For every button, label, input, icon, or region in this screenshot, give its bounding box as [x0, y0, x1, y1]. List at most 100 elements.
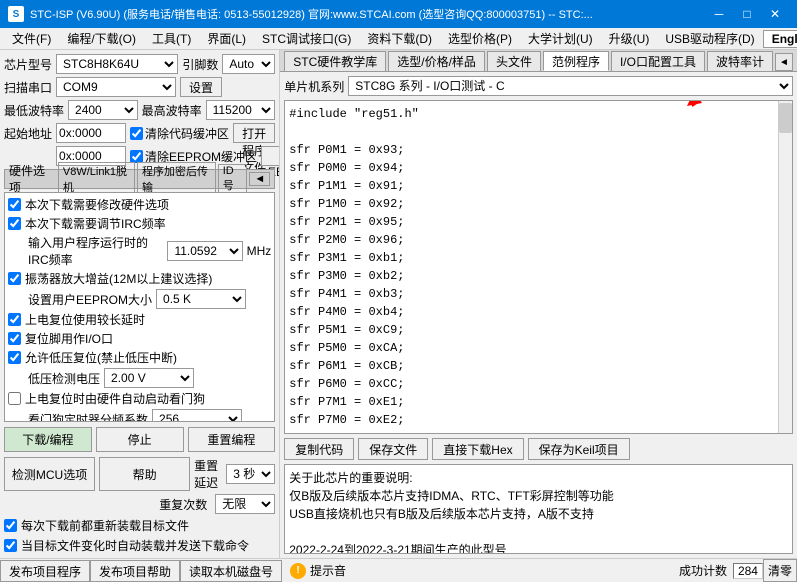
- info-content: 关于此芯片的重要说明: 仅B版及后续版本芯片支持IDMA、RTC、TFT彩屏控制…: [289, 469, 788, 554]
- tab-hw-lib[interactable]: STC硬件教学库: [284, 51, 386, 71]
- irc-unit: MHz: [247, 244, 272, 258]
- low-power-checkbox[interactable]: [8, 351, 21, 364]
- stop-button[interactable]: 停止: [96, 427, 184, 452]
- watchdog-checkbox[interactable]: [8, 392, 21, 405]
- read-id-button[interactable]: 读取本机磁盘号: [180, 560, 282, 582]
- scrollbar-thumb[interactable]: [779, 103, 792, 133]
- menu-university[interactable]: 大学计划(U): [520, 28, 601, 49]
- eeprom-size-select[interactable]: 0.5 K: [156, 289, 246, 309]
- menu-bar: 文件(F) 编程/下载(O) 工具(T) 界面(L) STC调试接口(G) 资料…: [0, 28, 797, 50]
- modify-hw-checkbox[interactable]: [8, 198, 21, 211]
- bottom-action-btns: 下载/编程 停止 重置编程: [4, 427, 275, 452]
- direct-hex-button[interactable]: 直接下载Hex: [432, 438, 523, 460]
- low-vol-label: 低压检测电压: [28, 370, 100, 387]
- open-prog-button[interactable]: 打开程序文件: [233, 123, 275, 143]
- reload-row: 每次下载前都重新装载目标文件: [4, 517, 275, 534]
- reset-io-checkbox[interactable]: [8, 332, 21, 345]
- pub-help-button[interactable]: 发布项目帮助: [90, 560, 180, 582]
- power-reset-check-item: 上电复位使用较长延时: [8, 311, 271, 328]
- close-button[interactable]: ✕: [761, 4, 789, 24]
- minimize-button[interactable]: ─: [705, 4, 733, 24]
- adjust-irc-checkbox[interactable]: [8, 217, 21, 230]
- menu-stc-debug[interactable]: STC调试接口(G): [254, 28, 359, 49]
- low-vol-select[interactable]: 2.00 V: [104, 368, 194, 388]
- eeprom-size-label: 设置用户EEPROM大小: [28, 291, 152, 308]
- help-button[interactable]: 帮助: [99, 457, 190, 491]
- maximize-button[interactable]: □: [733, 4, 761, 24]
- red-arrow-svg: [682, 100, 762, 111]
- clear-eeprom-checkbox[interactable]: [130, 150, 143, 163]
- start-addr-input[interactable]: [56, 123, 126, 143]
- low-vol-row: 低压检测电压 2.00 V: [8, 368, 271, 388]
- watchdog-div-select[interactable]: 256: [152, 409, 242, 422]
- hw-tab-v8w[interactable]: V8W/Link1脱机: [58, 162, 135, 196]
- start-addr-row: 起始地址 清除代码缓冲区 打开程序文件: [4, 123, 275, 143]
- reprog-button[interactable]: 重置编程: [188, 427, 276, 452]
- baud-row: 最低波特率 2400 最高波特率 115200: [4, 100, 275, 120]
- engine-select[interactable]: Auto: [222, 54, 275, 74]
- irc-freq-row: 输入用户程序运行时的IRC频率 11.0592 MHz: [8, 234, 271, 268]
- menu-program[interactable]: 编程/下载(O): [59, 28, 144, 49]
- auto-send-row: 当目标文件变化时自动装载并发送下载命令: [4, 537, 275, 554]
- english-button[interactable]: English: [763, 30, 797, 48]
- eeprom-size-row: 设置用户EEPROM大小 0.5 K: [8, 289, 271, 309]
- menu-download[interactable]: 资料下载(D): [359, 28, 440, 49]
- com-select[interactable]: COM9: [56, 77, 176, 97]
- clear-code-check-label: 清除代码缓冲区: [130, 125, 229, 142]
- download-button[interactable]: 下载/编程: [4, 427, 92, 452]
- max-baud-select[interactable]: 115200: [206, 100, 276, 120]
- clear-count-button[interactable]: 清零: [763, 559, 797, 582]
- pub-prog-button[interactable]: 发布项目程序: [0, 560, 90, 582]
- code-area[interactable]: #include "reg51.h" sfr P0M1 = 0x93; sfr …: [284, 100, 793, 434]
- engine-label: 引脚数: [182, 56, 218, 73]
- amp-check-item: 振荡器放大增益(12M以上建议选择): [8, 270, 271, 287]
- min-baud-select[interactable]: 2400: [68, 100, 138, 120]
- tab-arrow[interactable]: ◄: [775, 53, 793, 71]
- tab-baud-calc[interactable]: 波特率计: [707, 51, 773, 71]
- tip-icon: !: [290, 563, 306, 579]
- code-btns: 复制代码 保存文件 直接下载Hex 保存为Keil项目: [284, 438, 793, 460]
- low-power-check-item: 允许低压复位(禁止低压中断): [8, 349, 271, 366]
- menu-ui[interactable]: 界面(L): [199, 28, 254, 49]
- mcu-series-select[interactable]: STC8G 系列 - I/O口测试 - C: [348, 76, 793, 96]
- tab-io-config[interactable]: I/O口配置工具: [611, 51, 705, 71]
- menu-pricing[interactable]: 选型价格(P): [440, 28, 520, 49]
- tab-header[interactable]: 头文件: [487, 51, 541, 71]
- info-area: 关于此芯片的重要说明: 仅B版及后续版本芯片支持IDMA、RTC、TFT彩屏控制…: [284, 464, 793, 554]
- hw-scroll-area[interactable]: 本次下载需要修改硬件选项 本次下载需要调节IRC频率 输入用户程序运行时的IRC…: [4, 192, 275, 422]
- copy-code-button[interactable]: 复制代码: [284, 438, 354, 460]
- tab-examples[interactable]: 范例程序: [543, 51, 609, 71]
- watchdog-div-label: 看门狗定时器分频系数: [28, 411, 148, 423]
- settings-button[interactable]: 设置: [180, 77, 222, 97]
- repeat-select[interactable]: 无限: [215, 494, 275, 514]
- menu-usb-driver[interactable]: USB驱动程序(D): [657, 28, 762, 49]
- reload-checkbox[interactable]: [4, 519, 17, 532]
- menu-file[interactable]: 文件(F): [4, 28, 59, 49]
- delay-select[interactable]: 3 秒: [226, 464, 275, 484]
- auto-send-checkbox[interactable]: [4, 539, 17, 552]
- hw-tab-encrypt[interactable]: 程序加密后传输: [137, 162, 216, 196]
- chip-row: 芯片型号 STC8H8K64U 引脚数 Auto: [4, 54, 275, 74]
- code-scrollbar-v[interactable]: [778, 101, 792, 433]
- detect-mcu-button[interactable]: 检测MCU选项: [4, 457, 95, 491]
- save-file-button[interactable]: 保存文件: [358, 438, 428, 460]
- irc-freq-select[interactable]: 11.0592: [167, 241, 242, 261]
- chip-select[interactable]: STC8H8K64U: [56, 54, 178, 74]
- reload-label: 每次下载前都重新装载目标文件: [21, 517, 189, 534]
- main-content: 芯片型号 STC8H8K64U 引脚数 Auto 扫描串口 COM9 设置 最低…: [0, 50, 797, 558]
- modify-hw-check-item: 本次下载需要修改硬件选项: [8, 196, 271, 213]
- save-keil-button[interactable]: 保存为Keil项目: [528, 438, 630, 460]
- amp-checkbox[interactable]: [8, 272, 21, 285]
- power-reset-checkbox[interactable]: [8, 313, 21, 326]
- max-baud-label: 最高波特率: [142, 102, 202, 119]
- mcu-row: 单片机系列 STC8G 系列 - I/O口测试 - C: [284, 76, 793, 96]
- tab-pricing[interactable]: 选型/价格/样品: [388, 51, 485, 71]
- hw-tab-arrow[interactable]: ◄: [249, 172, 270, 186]
- clear-code-label: 清除代码缓冲区: [145, 125, 229, 142]
- menu-upgrade[interactable]: 升级(U): [601, 28, 658, 49]
- hw-tab-id[interactable]: ID号: [218, 164, 248, 194]
- repeat-count-label: 重复次数: [159, 496, 207, 513]
- open-eeprom-button[interactable]: 打开EEPROM文件: [261, 146, 280, 166]
- clear-code-checkbox[interactable]: [130, 127, 143, 140]
- menu-tools[interactable]: 工具(T): [144, 28, 199, 49]
